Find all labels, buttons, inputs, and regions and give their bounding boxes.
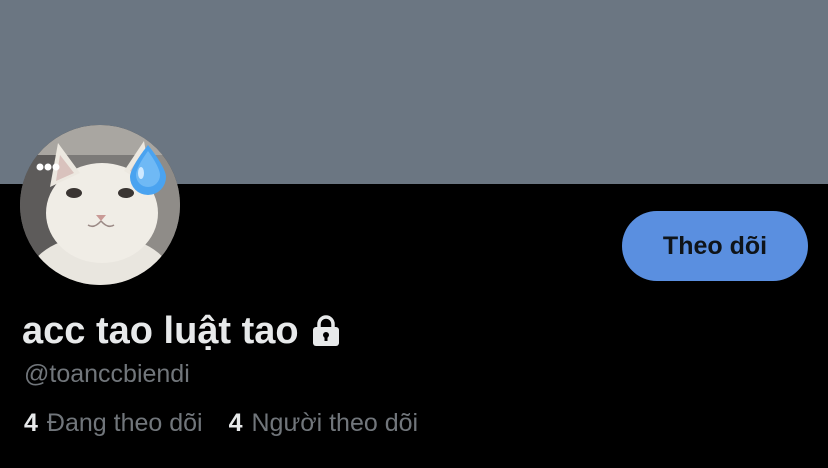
profile-stats: 4 Đang theo dõi 4 Người theo dõi	[24, 406, 418, 440]
followers-label: Người theo dõi	[251, 409, 419, 437]
followers-stat[interactable]: 4 Người theo dõi	[229, 406, 418, 440]
lock-icon	[309, 314, 343, 348]
followers-count: 4	[228, 409, 243, 437]
following-label: Đang theo dõi	[46, 409, 203, 437]
display-name: acc tao luật tao	[22, 310, 299, 352]
following-stat[interactable]: 4 Đang theo dõi	[24, 406, 203, 440]
follow-button[interactable]: Theo dõi	[622, 211, 808, 281]
cat-avatar-icon	[20, 125, 180, 285]
profile-avatar[interactable]	[20, 125, 180, 285]
profile-handle: @toanccbiendi	[24, 360, 190, 388]
display-name-row: acc tao luật tao	[22, 308, 343, 354]
following-count: 4	[24, 409, 38, 437]
